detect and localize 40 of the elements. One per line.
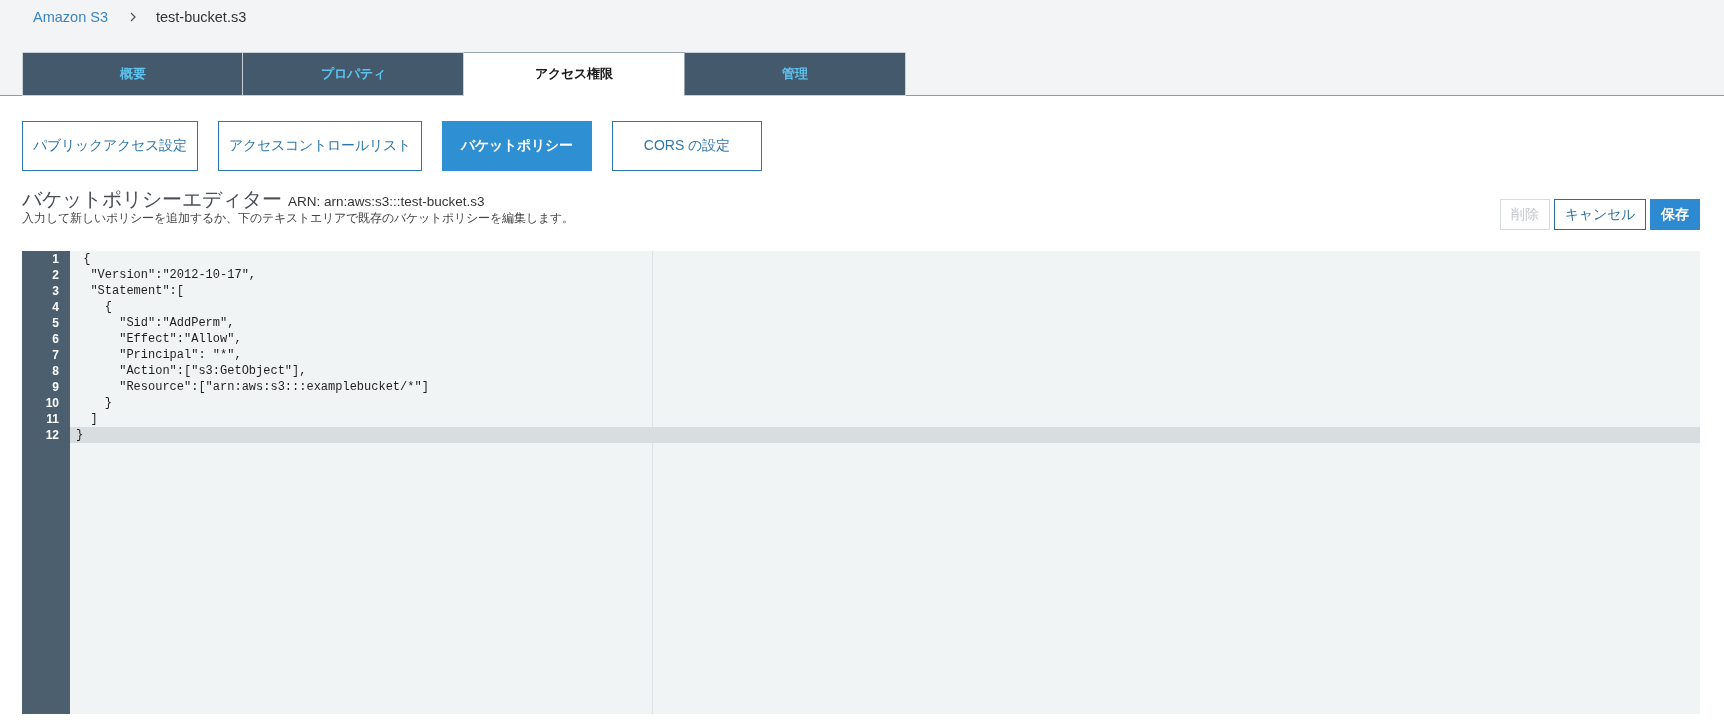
code-line: "Resource":["arn:aws:s3:::examplebucket/*"] bbox=[118, 379, 430, 395]
chevron-icon bbox=[129, 12, 136, 22]
tab[interactable]: アクセス権限 bbox=[464, 52, 685, 96]
code-line: ] bbox=[89, 411, 99, 427]
code-line: "Sid":"AddPerm", bbox=[118, 315, 236, 331]
tab[interactable]: 概要 bbox=[22, 52, 243, 96]
line-number: 2 bbox=[51, 267, 59, 283]
line-number: 3 bbox=[51, 283, 59, 299]
line-number: 6 bbox=[51, 331, 59, 347]
line-number: 11 bbox=[45, 411, 59, 427]
code-line: "Action":["s3:GetObject"], bbox=[118, 363, 308, 379]
sub-tab[interactable]: CORS の設定 bbox=[612, 121, 762, 171]
breadcrumb-link[interactable]: Amazon S3 bbox=[33, 9, 108, 25]
editor-description: 入力して新しいポリシーを追加するか、下のテキストエリアで既存のバケットポリシーを編集します。 bbox=[22, 211, 574, 226]
line-number: 10 bbox=[44, 395, 59, 411]
sub-tab[interactable]: バケットポリシー bbox=[442, 121, 592, 171]
breadcrumb-current: test-bucket.s3 bbox=[155, 9, 247, 25]
code-line: "Principal": "*", bbox=[118, 347, 243, 363]
code-area[interactable]: { "Version":"2012-10-17", "Statement":[ { "Sid":"AddPerm", "Effect":"Allow", "Principal": "*", "Action":["s3:GetObject"], "Resource":["arn:aws:s3:::examplebucket/*"] } ] } bbox=[70, 251, 1700, 714]
arn-text: ARN: arn:aws:s3:::test-bucket.s3 bbox=[288, 194, 485, 209]
code-line: "Statement":[ bbox=[89, 283, 186, 299]
line-number: 5 bbox=[51, 315, 59, 331]
code-line: "Effect":"Allow", bbox=[118, 331, 243, 347]
line-number: 7 bbox=[51, 347, 59, 363]
save-button[interactable]: 保存 bbox=[1650, 199, 1700, 230]
tab[interactable]: プロパティ bbox=[243, 52, 464, 96]
line-number: 8 bbox=[51, 363, 59, 379]
sub-tab[interactable]: アクセスコントロールリスト bbox=[218, 121, 422, 171]
sub-tab[interactable]: パブリックアクセス設定 bbox=[22, 121, 198, 171]
code-line: { bbox=[103, 299, 113, 315]
editor-title: バケットポリシーエディター bbox=[22, 187, 282, 211]
line-number: 9 bbox=[51, 379, 59, 395]
code-line: "Version":"2012-10-17", bbox=[89, 267, 258, 283]
tab[interactable]: 管理 bbox=[685, 52, 906, 96]
code-line: } bbox=[103, 395, 113, 411]
code-line: { bbox=[82, 251, 92, 267]
line-number: 1 bbox=[51, 251, 59, 267]
line-number: 4 bbox=[51, 299, 59, 315]
line-number: 12 bbox=[44, 427, 59, 443]
cancel-button[interactable]: キャンセル bbox=[1554, 199, 1646, 230]
